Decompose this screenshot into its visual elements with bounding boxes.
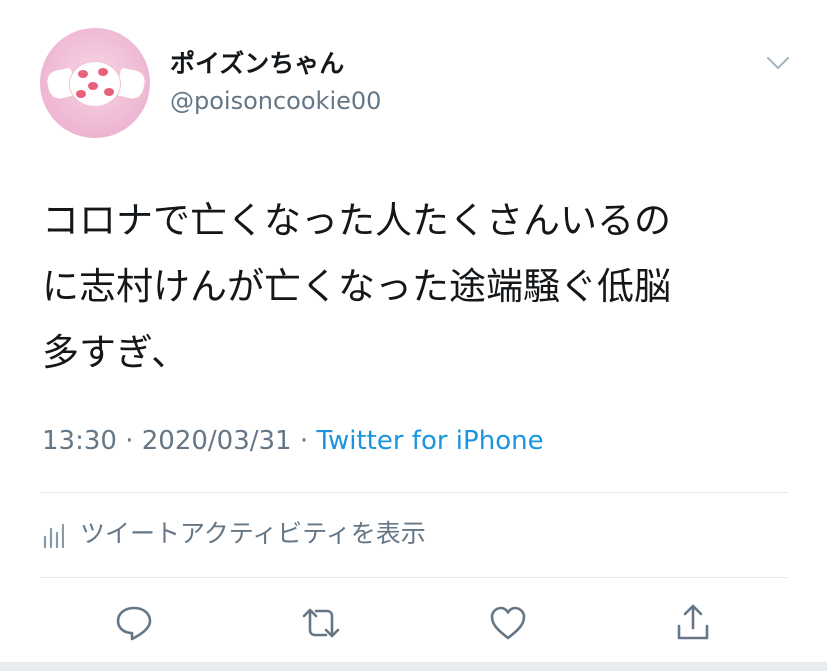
- tweet-date: 2020/03/31: [141, 426, 292, 456]
- meta-separator: ·: [116, 426, 142, 456]
- user-handle[interactable]: @poisoncookie00: [170, 87, 381, 115]
- tweet-text-line: 多すぎ、: [42, 331, 189, 374]
- retweet-icon[interactable]: [300, 602, 342, 644]
- heart-icon[interactable]: [487, 602, 529, 644]
- candy-icon: [70, 62, 120, 106]
- tweet-time: 13:30: [42, 426, 117, 456]
- tweet-meta: 13:30 · 2020/03/31 · Twitter for iPhone: [42, 426, 544, 456]
- tweet-source-link[interactable]: Twitter for iPhone: [316, 426, 543, 456]
- display-name[interactable]: ポイズンちゃん: [170, 44, 344, 80]
- chevron-down-icon[interactable]: [764, 52, 792, 74]
- tweet-text-line: に志村けんが亡くなった途端騒ぐ低脳: [42, 265, 671, 308]
- tweet-text: コロナで亡くなった人たくさんいるの に志村けんが亡くなった途端騒ぐ低脳 多すぎ、: [42, 188, 802, 386]
- candy-wrapper-right: [115, 67, 147, 101]
- reply-icon[interactable]: [113, 602, 155, 644]
- bar-chart-icon: [42, 523, 64, 549]
- tweet-activity-label: ツイートアクティビティを表示: [80, 519, 426, 548]
- bottom-band: [0, 662, 827, 671]
- share-icon[interactable]: [672, 602, 714, 644]
- tweet-card: ポイズンちゃん @poisoncookie00 コロナで亡くなった人たくさんいる…: [0, 0, 827, 671]
- divider: [40, 492, 788, 493]
- avatar[interactable]: [40, 28, 150, 138]
- divider: [40, 577, 788, 578]
- tweet-activity-link[interactable]: ツイートアクティビティを表示: [42, 512, 426, 552]
- tweet-text-line: コロナで亡くなった人たくさんいるの: [42, 199, 671, 242]
- meta-separator: ·: [291, 426, 317, 456]
